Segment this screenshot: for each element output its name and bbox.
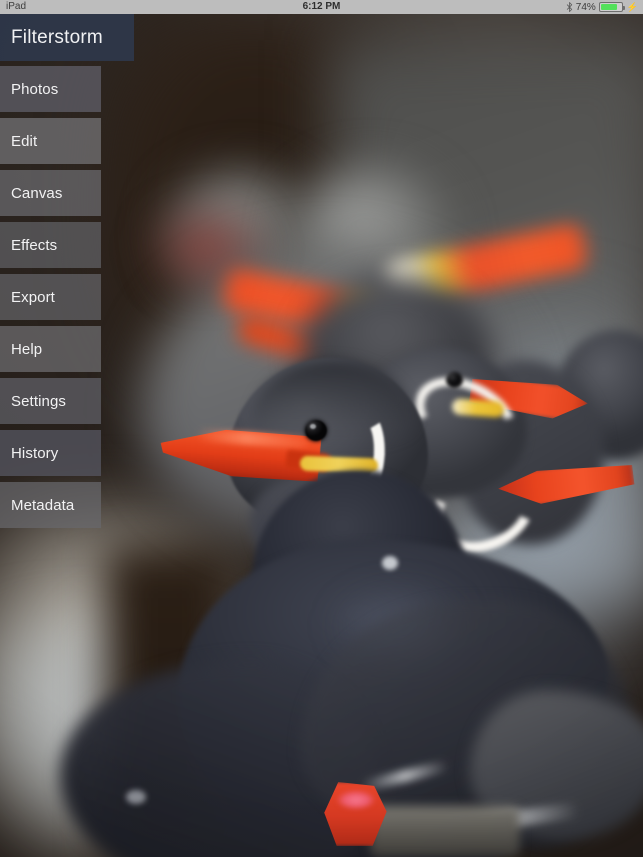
menu-item-label: Export [11,288,55,306]
menu-item-label: Settings [11,392,66,410]
menu-item-help[interactable]: Help [0,326,101,372]
bird-two-eye [446,372,463,388]
menu-item-metadata[interactable]: Metadata [0,482,101,528]
status-clock: 6:12 PM [302,1,341,12]
status-bar: iPad 6:12 PM 74% ⚡ [0,0,643,14]
bluetooth-icon [566,1,572,12]
ipad-screen: iPad 6:12 PM 74% ⚡ Filterstorm Photos Ed… [0,0,643,857]
menu-item-label: Canvas [11,184,63,202]
perch-rail [370,806,520,857]
bird-one-eye [305,420,327,441]
menu-item-label: Help [11,340,43,358]
menu-item-label: Effects [11,236,58,254]
menu-item-label: Edit [11,132,38,150]
menu-item-export[interactable]: Export [0,274,101,320]
app-title-label: Filterstorm [11,26,103,48]
menu-item-effects[interactable]: Effects [0,222,101,268]
bird-one-eye-glint [310,424,316,429]
menu-item-settings[interactable]: Settings [0,378,101,424]
foreground-bird-spot [382,556,398,570]
menu-item-photos[interactable]: Photos [0,66,101,112]
menu-item-canvas[interactable]: Canvas [0,170,101,216]
status-right-group: 74% ⚡ [566,0,638,14]
charging-bolt-icon: ⚡ [626,1,638,12]
menu-item-label: History [11,444,59,462]
foreground-bird-spot-lower [126,790,146,804]
app-title-bar: Filterstorm [0,14,134,61]
menu-item-edit[interactable]: Edit [0,118,101,164]
menu-item-label: Photos [11,80,59,98]
battery-icon [598,2,625,12]
menu-item-label: Metadata [11,496,75,514]
menu-item-history[interactable]: History [0,430,101,476]
main-menu: Photos Edit Canvas Effects Export Help S… [0,66,101,534]
battery-percent-label: 74% [575,1,596,13]
battery-fill [600,4,618,10]
foreground-bird-foot-band [336,790,376,810]
